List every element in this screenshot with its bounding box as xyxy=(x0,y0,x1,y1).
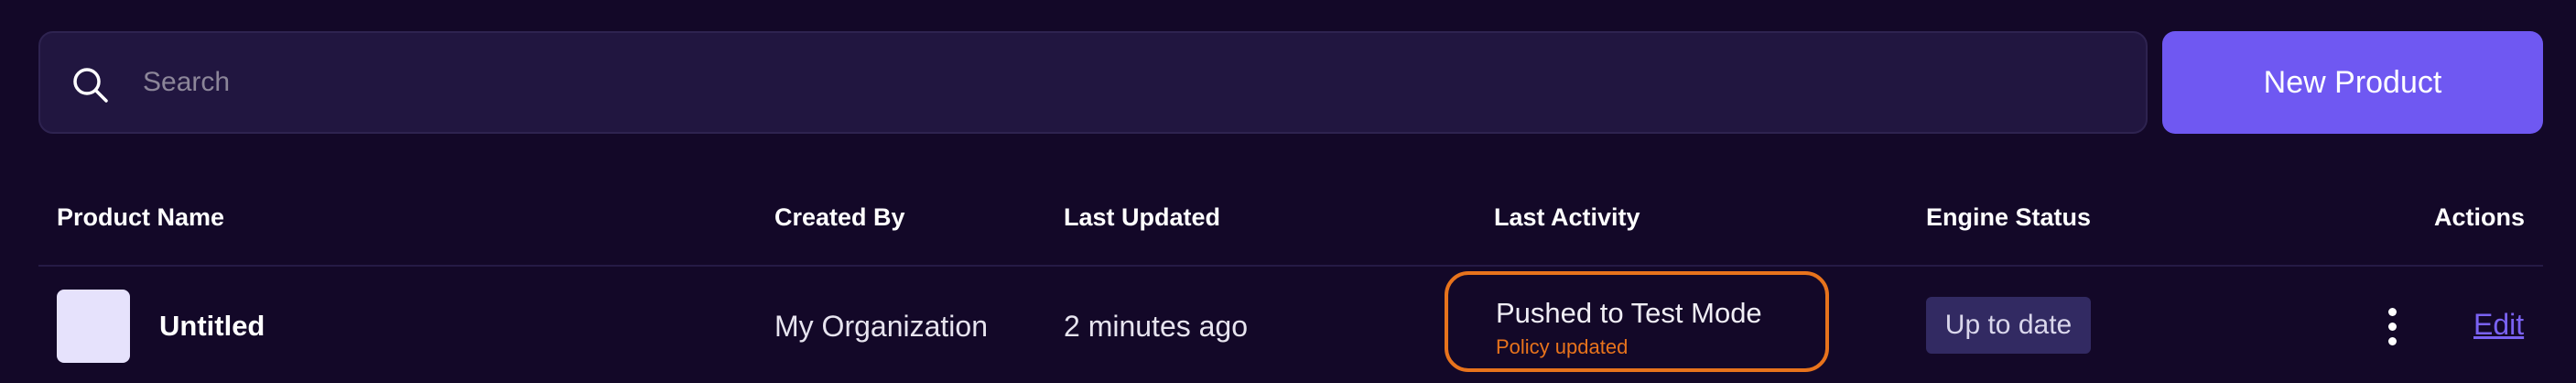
search-icon xyxy=(73,68,108,103)
column-header-actions: Actions xyxy=(2433,203,2525,231)
engine-status-badge: Up to date xyxy=(1926,297,2091,354)
column-header-product-name: Product Name xyxy=(57,203,225,231)
kebab-dot xyxy=(2388,337,2397,345)
kebab-dot xyxy=(2388,308,2397,316)
more-vertical-icon[interactable] xyxy=(2380,302,2406,352)
column-header-engine-status: Engine Status xyxy=(1926,203,2092,231)
edit-link[interactable]: Edit xyxy=(2473,308,2524,342)
product-name[interactable]: Untitled xyxy=(159,310,265,343)
last-activity-subtitle: Policy updated xyxy=(1496,335,1629,358)
column-header-last-activity: Last Activity xyxy=(1494,203,1640,231)
header-divider xyxy=(38,265,2543,267)
kebab-dot xyxy=(2388,323,2397,331)
last-activity-title: Pushed to Test Mode xyxy=(1496,297,1762,329)
search-bar[interactable] xyxy=(38,31,2148,134)
product-thumbnail xyxy=(57,290,130,363)
last-activity-highlight: Pushed to Test Mode Policy updated xyxy=(1445,271,1829,372)
search-input[interactable] xyxy=(143,49,2111,115)
new-product-button[interactable]: New Product xyxy=(2162,31,2543,134)
last-updated-value: 2 minutes ago xyxy=(1064,310,1249,343)
column-header-last-updated: Last Updated xyxy=(1064,203,1221,231)
products-page: New Product Product Name Created By Last… xyxy=(0,0,2576,383)
created-by-value: My Organization xyxy=(774,310,988,343)
column-header-created-by: Created By xyxy=(774,203,905,231)
